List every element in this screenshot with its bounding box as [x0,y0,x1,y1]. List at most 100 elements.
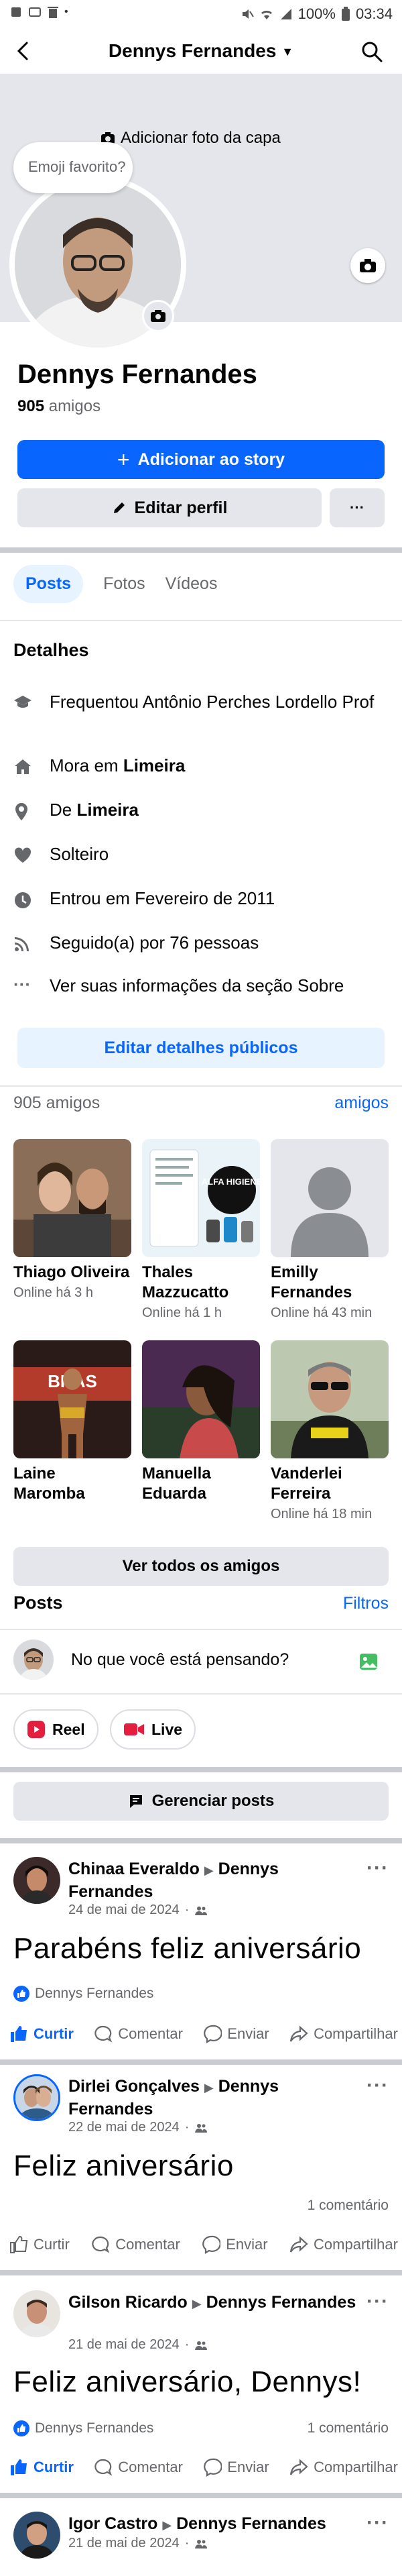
post-options-button[interactable]: ··· [366,2512,389,2534]
share-button[interactable]: Compartilhar [289,2235,398,2254]
post-target[interactable]: Dennys Fernandes [206,2293,356,2312]
send-label: Enviar [227,2459,269,2475]
emoji-prompt-bubble[interactable]: Emoji favorito? [13,142,133,193]
like-badge-icon [13,1986,29,2002]
tab-photos[interactable]: Fotos [103,574,145,594]
post-options-button[interactable]: ··· [366,2074,389,2097]
post-date[interactable]: 22 de mai de 2024 [68,2120,180,2135]
add-to-story-button[interactable]: + Adicionar ao story [17,440,385,479]
author-avatar[interactable] [13,2074,60,2121]
reel-label: Reel [52,1720,85,1738]
live-button[interactable]: Live [110,1709,196,1750]
post-comments-count[interactable]: 1 comentário [308,2420,389,2436]
lives-prefix: Mora em [50,755,123,775]
like-button[interactable]: Curtir [9,2458,74,2477]
live-label: Live [151,1720,183,1738]
friend-card[interactable]: Emilly Fernandes Online há 43 min [271,1139,389,1321]
friend-card[interactable]: Manuella Eduarda [142,1340,260,1504]
profile-more-button[interactable]: ··· [330,488,385,527]
friends-count[interactable]: 905 amigos [17,397,100,416]
detail-about-link[interactable]: ··· Ver suas informações da seção Sobre [13,975,389,996]
detail-followers[interactable]: Seguido(a) por 76 pessoas [13,932,389,953]
gallery-icon [28,5,42,19]
send-label: Enviar [227,2025,269,2042]
send-button[interactable]: Enviar [203,2025,269,2043]
share-button[interactable]: Compartilhar [289,2458,398,2477]
photo-icon[interactable] [359,1652,379,1672]
post-comments-count[interactable]: 1 comentário [308,2198,389,2214]
search-icon[interactable] [360,40,383,63]
post-actions: Curtir Comentar Enviar Compartilhar [9,2025,398,2043]
post-author[interactable]: Gilson Ricardo [68,2293,188,2312]
post-options-button[interactable]: ··· [366,2290,389,2313]
like-label: Curtir [34,2236,70,2253]
like-label: Curtir [34,2459,74,2475]
post-author-line: Igor Castro ▶ Dennys Fernandes [68,2513,377,2536]
like-button[interactable]: Curtir [9,2025,74,2043]
share-label: Compartilhar [314,2236,398,2253]
top-header: Dennys Fernandes ▼ [0,30,402,74]
friend-card[interactable]: Vanderlei Ferreira Online há 18 min [271,1340,389,1522]
edit-public-details-button[interactable]: Editar detalhes públicos [17,1028,385,1068]
post-reactions[interactable]: Dennys Fernandes [13,1986,153,2002]
battery-icon [341,7,350,21]
separator [0,2270,402,2275]
add-cover-button[interactable]: Adicionar foto da capa [100,129,281,148]
tab-posts[interactable]: Posts [13,565,84,603]
dot-icon: • [64,6,68,17]
wifi-icon [259,7,274,21]
friend-photo: ALFA HIGIENE [142,1139,260,1257]
friends-link[interactable]: amigos [334,1093,389,1113]
detail-joined-text: Entrou em Fevereiro de 2011 [50,888,275,908]
friend-status: Online há 43 min [271,1305,373,1320]
friend-thumb-text: ALFA HIGIENE [202,1177,260,1187]
dot-separator: · [184,2120,190,2135]
post-header: Chinaa Everaldo ▶ Dennys Fernandes 24 de… [13,1857,389,1917]
author-avatar[interactable] [13,1857,60,1904]
friend-card[interactable]: BRAS Laine Maromba [13,1340,131,1504]
post-author-line: Gilson Ricardo ▶ Dennys Fernandes [68,2292,363,2314]
comment-button[interactable]: Comentar [91,2235,180,2254]
post-date[interactable]: 24 de mai de 2024 [68,1902,180,1918]
post-target[interactable]: Dennys Fernandes [176,2514,326,2533]
separator [0,1838,402,1843]
composer-input[interactable]: No que você está pensando? [71,1650,289,1670]
friend-card[interactable]: ALFA HIGIENE Thales Mazzucatto Online há… [142,1139,260,1321]
posts-title: Posts [13,1593,63,1613]
cover-camera-button[interactable] [350,248,385,283]
author-avatar[interactable] [13,2290,60,2337]
header-title[interactable]: Dennys Fernandes ▼ [0,40,402,62]
rss-followers-icon [13,932,35,953]
reel-button[interactable]: Reel [13,1709,98,1750]
friend-card[interactable]: Thiago Oliveira Online há 3 h [13,1139,131,1301]
tab-videos[interactable]: Vídeos [165,574,218,594]
filters-link[interactable]: Filtros [343,1594,389,1613]
post-author[interactable]: Dirlei Gonçalves [68,2077,200,2096]
post-date[interactable]: 21 de mai de 2024 [68,2337,180,2353]
post-author[interactable]: Igor Castro [68,2514,157,2533]
post-options-button[interactable]: ··· [366,1857,389,1880]
post-reactions[interactable]: Dennys Fernandes [13,2420,153,2436]
share-button[interactable]: Compartilhar [289,2025,398,2043]
manage-posts-button[interactable]: Gerenciar posts [13,1782,389,1821]
post-date[interactable]: 21 de mai de 2024 [68,2536,180,2551]
like-button[interactable]: Curtir [9,2235,70,2254]
like-badge-icon [13,2420,29,2436]
post-text: Feliz aniversário [13,2149,234,2182]
friend-photo [13,1139,131,1257]
avatar-camera-button[interactable] [142,300,174,332]
comment-button[interactable]: Comentar [94,2458,183,2477]
divider [0,1693,402,1695]
separator [0,2059,402,2065]
post-author[interactable]: Chinaa Everaldo [68,1860,200,1878]
send-button[interactable]: Enviar [203,2458,269,2477]
send-button[interactable]: Enviar [202,2235,268,2254]
edit-profile-button[interactable]: Editar perfil [17,488,322,527]
author-avatar[interactable] [13,2512,60,2559]
detail-from: De Limeira [13,800,389,821]
emoji-prompt-text: Emoji favorito? [28,158,126,175]
post-meta: 21 de mai de 2024 · [68,2337,208,2353]
see-all-friends-button[interactable]: Ver todos os amigos [13,1547,389,1586]
friend-name: Laine Maromba [13,1464,85,1503]
comment-button[interactable]: Comentar [94,2025,183,2043]
